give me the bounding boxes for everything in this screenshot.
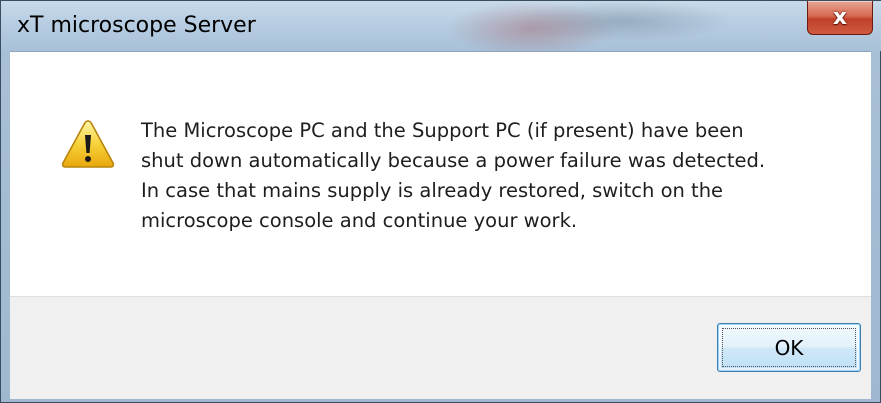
window-title: xT microscope Server [17, 13, 256, 38]
ok-button[interactable]: OK [717, 323, 861, 372]
close-icon: x [832, 4, 848, 30]
message-line: The Microscope PC and the Support PC (if… [141, 119, 744, 142]
warning-icon [61, 120, 115, 168]
button-bar: OK [10, 296, 871, 399]
close-button[interactable]: x [807, 1, 873, 35]
title-bar[interactable]: xT microscope Server x [1, 1, 881, 51]
message-dialog: xT microscope Server x The Microscope PC… [0, 0, 881, 403]
message-line: microscope console and continue your wor… [141, 209, 578, 232]
message-line: In case that mains supply is already res… [141, 179, 724, 202]
message-area: The Microscope PC and the Support PC (if… [10, 52, 871, 296]
dialog-message: The Microscope PC and the Support PC (if… [141, 116, 841, 236]
message-line: shut down automatically because a power … [141, 149, 766, 172]
dialog-client-area: The Microscope PC and the Support PC (if… [10, 51, 871, 399]
